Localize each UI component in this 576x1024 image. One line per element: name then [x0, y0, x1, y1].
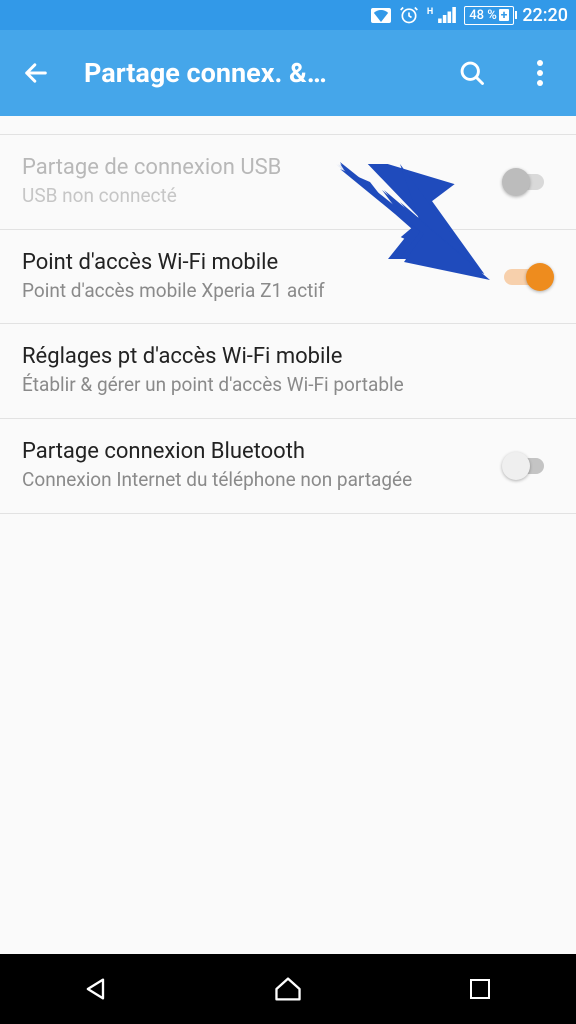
network-type-label: H	[427, 7, 433, 17]
item-subtitle: Connexion Internet du téléphone non part…	[22, 468, 502, 493]
navigation-bar	[0, 954, 576, 1024]
wifi-hotspot-settings-item[interactable]: Réglages pt d'accès Wi-Fi mobile Établir…	[0, 324, 576, 419]
item-title: Réglages pt d'accès Wi-Fi mobile	[22, 344, 554, 369]
alarm-icon	[399, 5, 419, 25]
status-bar: H 48 % + 22:20	[0, 0, 576, 30]
item-text: Point d'accès Wi-Fi mobile Point d'accès…	[22, 250, 502, 304]
usb-tethering-item: Partage de connexion USB USB non connect…	[0, 134, 576, 230]
wifi-hotspot-toggle[interactable]	[502, 263, 554, 291]
nav-recent-button[interactable]	[445, 964, 515, 1014]
item-text: Partage de connexion USB USB non connect…	[22, 155, 502, 209]
wifi-icon	[371, 8, 391, 23]
wifi-hotspot-item[interactable]: Point d'accès Wi-Fi mobile Point d'accès…	[0, 230, 576, 325]
nav-back-button[interactable]	[61, 964, 131, 1014]
page-title: Partage connex. &…	[84, 57, 424, 89]
bluetooth-tethering-toggle[interactable]	[502, 452, 554, 480]
search-button[interactable]	[452, 53, 492, 93]
item-title: Point d'accès Wi-Fi mobile	[22, 250, 502, 275]
overflow-menu-button[interactable]	[520, 53, 560, 93]
battery-plus-icon: +	[499, 9, 510, 21]
battery-percent: 48 %	[469, 8, 497, 23]
back-button[interactable]	[16, 53, 56, 93]
item-subtitle: Établir & gérer un point d'accès Wi-Fi p…	[22, 373, 554, 398]
item-title: Partage connexion Bluetooth	[22, 439, 502, 464]
cellular-signal-icon: H	[427, 7, 456, 23]
usb-tethering-toggle	[502, 168, 554, 196]
clock: 22:20	[522, 5, 568, 26]
battery-indicator: 48 % +	[464, 6, 514, 25]
screen: H 48 % + 22:20 Partage connex. &… Partag…	[0, 0, 576, 1024]
item-subtitle: USB non connecté	[22, 184, 502, 209]
settings-list: Partage de connexion USB USB non connect…	[0, 116, 576, 954]
app-bar: Partage connex. &…	[0, 30, 576, 116]
nav-home-button[interactable]	[253, 964, 323, 1014]
item-text: Partage connexion Bluetooth Connexion In…	[22, 439, 502, 493]
item-subtitle: Point d'accès mobile Xperia Z1 actif	[22, 279, 502, 304]
item-title: Partage de connexion USB	[22, 155, 502, 180]
item-text: Réglages pt d'accès Wi-Fi mobile Établir…	[22, 344, 554, 398]
bluetooth-tethering-item[interactable]: Partage connexion Bluetooth Connexion In…	[0, 419, 576, 514]
